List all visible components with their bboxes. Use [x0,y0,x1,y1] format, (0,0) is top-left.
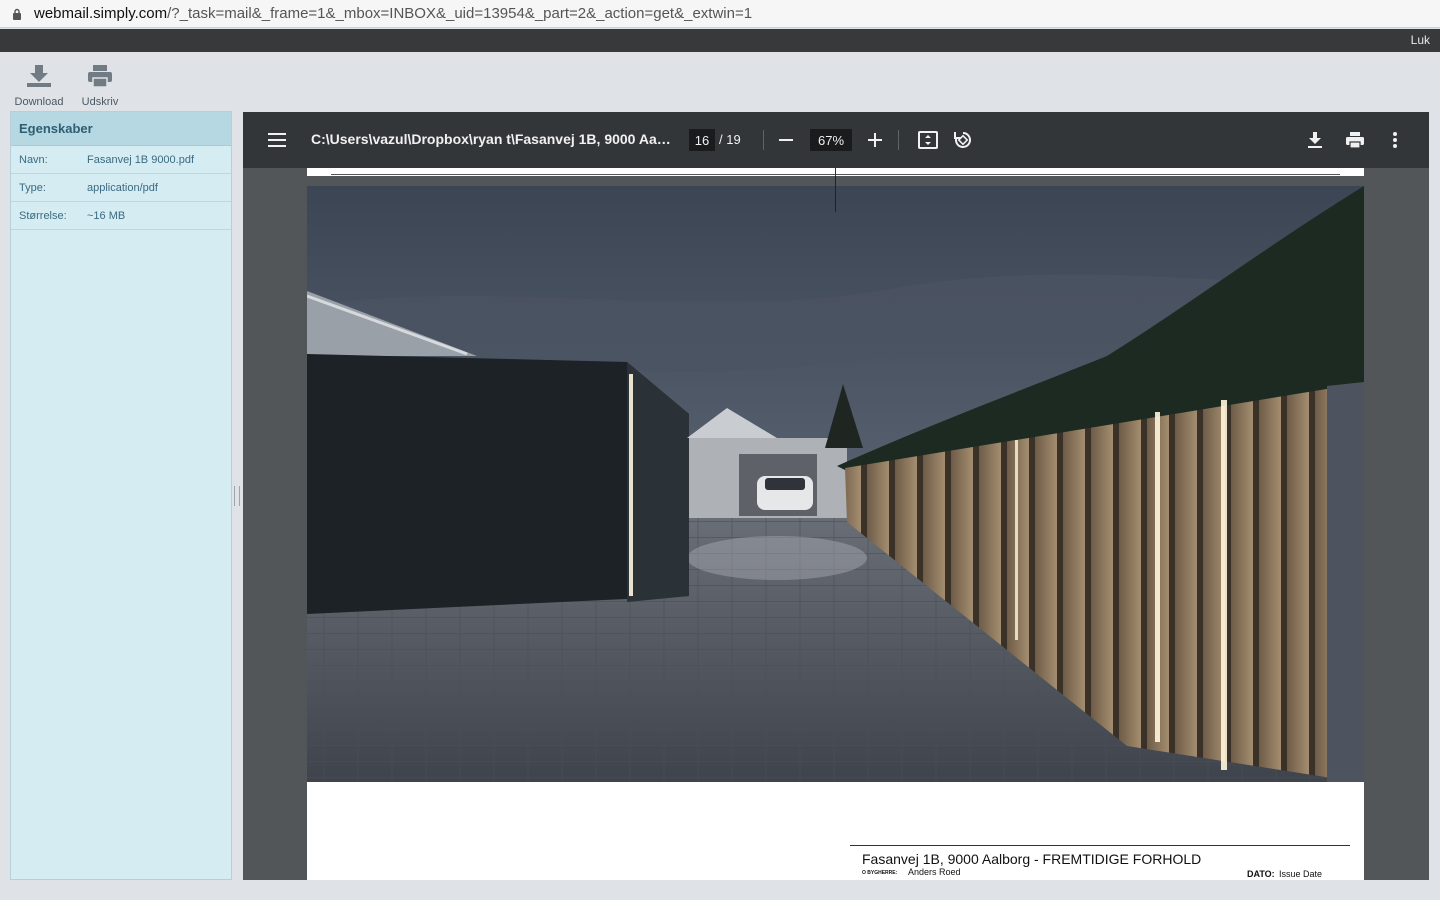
property-row-name: Navn: Fasanvej 1B 9000.pdf [11,146,231,174]
minus-icon[interactable] [774,128,798,152]
panel-splitter[interactable] [234,486,240,506]
page-number-input[interactable] [689,129,715,151]
page-total: / 19 [719,132,741,147]
document-title: Fasanvej 1B, 9000 Aalborg - FREMTIDIGE F… [862,851,1202,867]
download-icon [26,64,52,93]
pdf-page-previous [307,168,1364,176]
property-value: ~16 MB [87,209,126,222]
download-label: Download [14,96,64,108]
properties-title: Egenskaber [11,112,231,146]
owner-label: O BYGHERRE: [862,870,898,876]
property-value: application/pdf [87,181,158,194]
pdf-title: C:\Users\vazul\Dropbox\ryan t\Fasanvej 1… [311,131,671,147]
title-block: Fasanvej 1B, 9000 Aalborg - FREMTIDIGE F… [850,845,1350,879]
fit-page-icon[interactable] [916,128,940,152]
page-divider-tick [835,176,836,212]
print-label: Udskriv [81,96,119,108]
menu-icon[interactable] [265,128,289,152]
print-icon[interactable] [1343,128,1367,152]
url-text[interactable]: webmail.simply.com/?_task=mail&_frame=1&… [34,5,752,22]
date-label: DATO: [1247,869,1275,879]
property-key: Størrelse: [19,209,67,222]
print-button[interactable]: Udskriv [70,64,130,108]
property-row-size: Størrelse: ~16 MB [11,202,231,230]
download-icon[interactable] [1303,128,1327,152]
url-path: /?_task=mail&_frame=1&_mbox=INBOX&_uid=1… [167,5,753,22]
property-key: Type: [19,181,46,194]
printer-icon [87,64,113,93]
address-bar[interactable]: webmail.simply.com/?_task=mail&_frame=1&… [0,0,1440,28]
owner-name: Anders Roed [908,867,961,877]
plus-icon[interactable] [863,128,887,152]
property-value: Fasanvej 1B 9000.pdf [87,153,195,166]
url-host: webmail.simply.com [34,5,168,22]
pdf-toolbar: C:\Users\vazul\Dropbox\ryan t\Fasanvej 1… [243,112,1429,168]
header-bar: Luk [0,29,1440,52]
more-vert-icon[interactable] [1383,128,1407,152]
download-button[interactable]: Download [9,64,69,108]
zoom-input[interactable] [810,129,852,151]
property-row-type: Type: application/pdf [11,174,231,202]
toolbar: Download Udskriv [0,52,1440,110]
rendered-image [307,186,1364,782]
pdf-viewer: C:\Users\vazul\Dropbox\ryan t\Fasanvej 1… [243,112,1429,880]
rotate-icon[interactable] [951,128,975,152]
toolbar-divider [763,130,764,150]
date-value: Issue Date [1279,869,1323,879]
close-link[interactable]: Luk [1411,33,1430,47]
lock-icon [0,8,34,20]
pdf-page: Fasanvej 1B, 9000 Aalborg - FREMTIDIGE F… [307,186,1364,880]
properties-panel: Egenskaber Navn: Fasanvej 1B 9000.pdf Ty… [10,111,232,880]
property-key: Navn: [19,153,48,166]
toolbar-divider [898,130,899,150]
